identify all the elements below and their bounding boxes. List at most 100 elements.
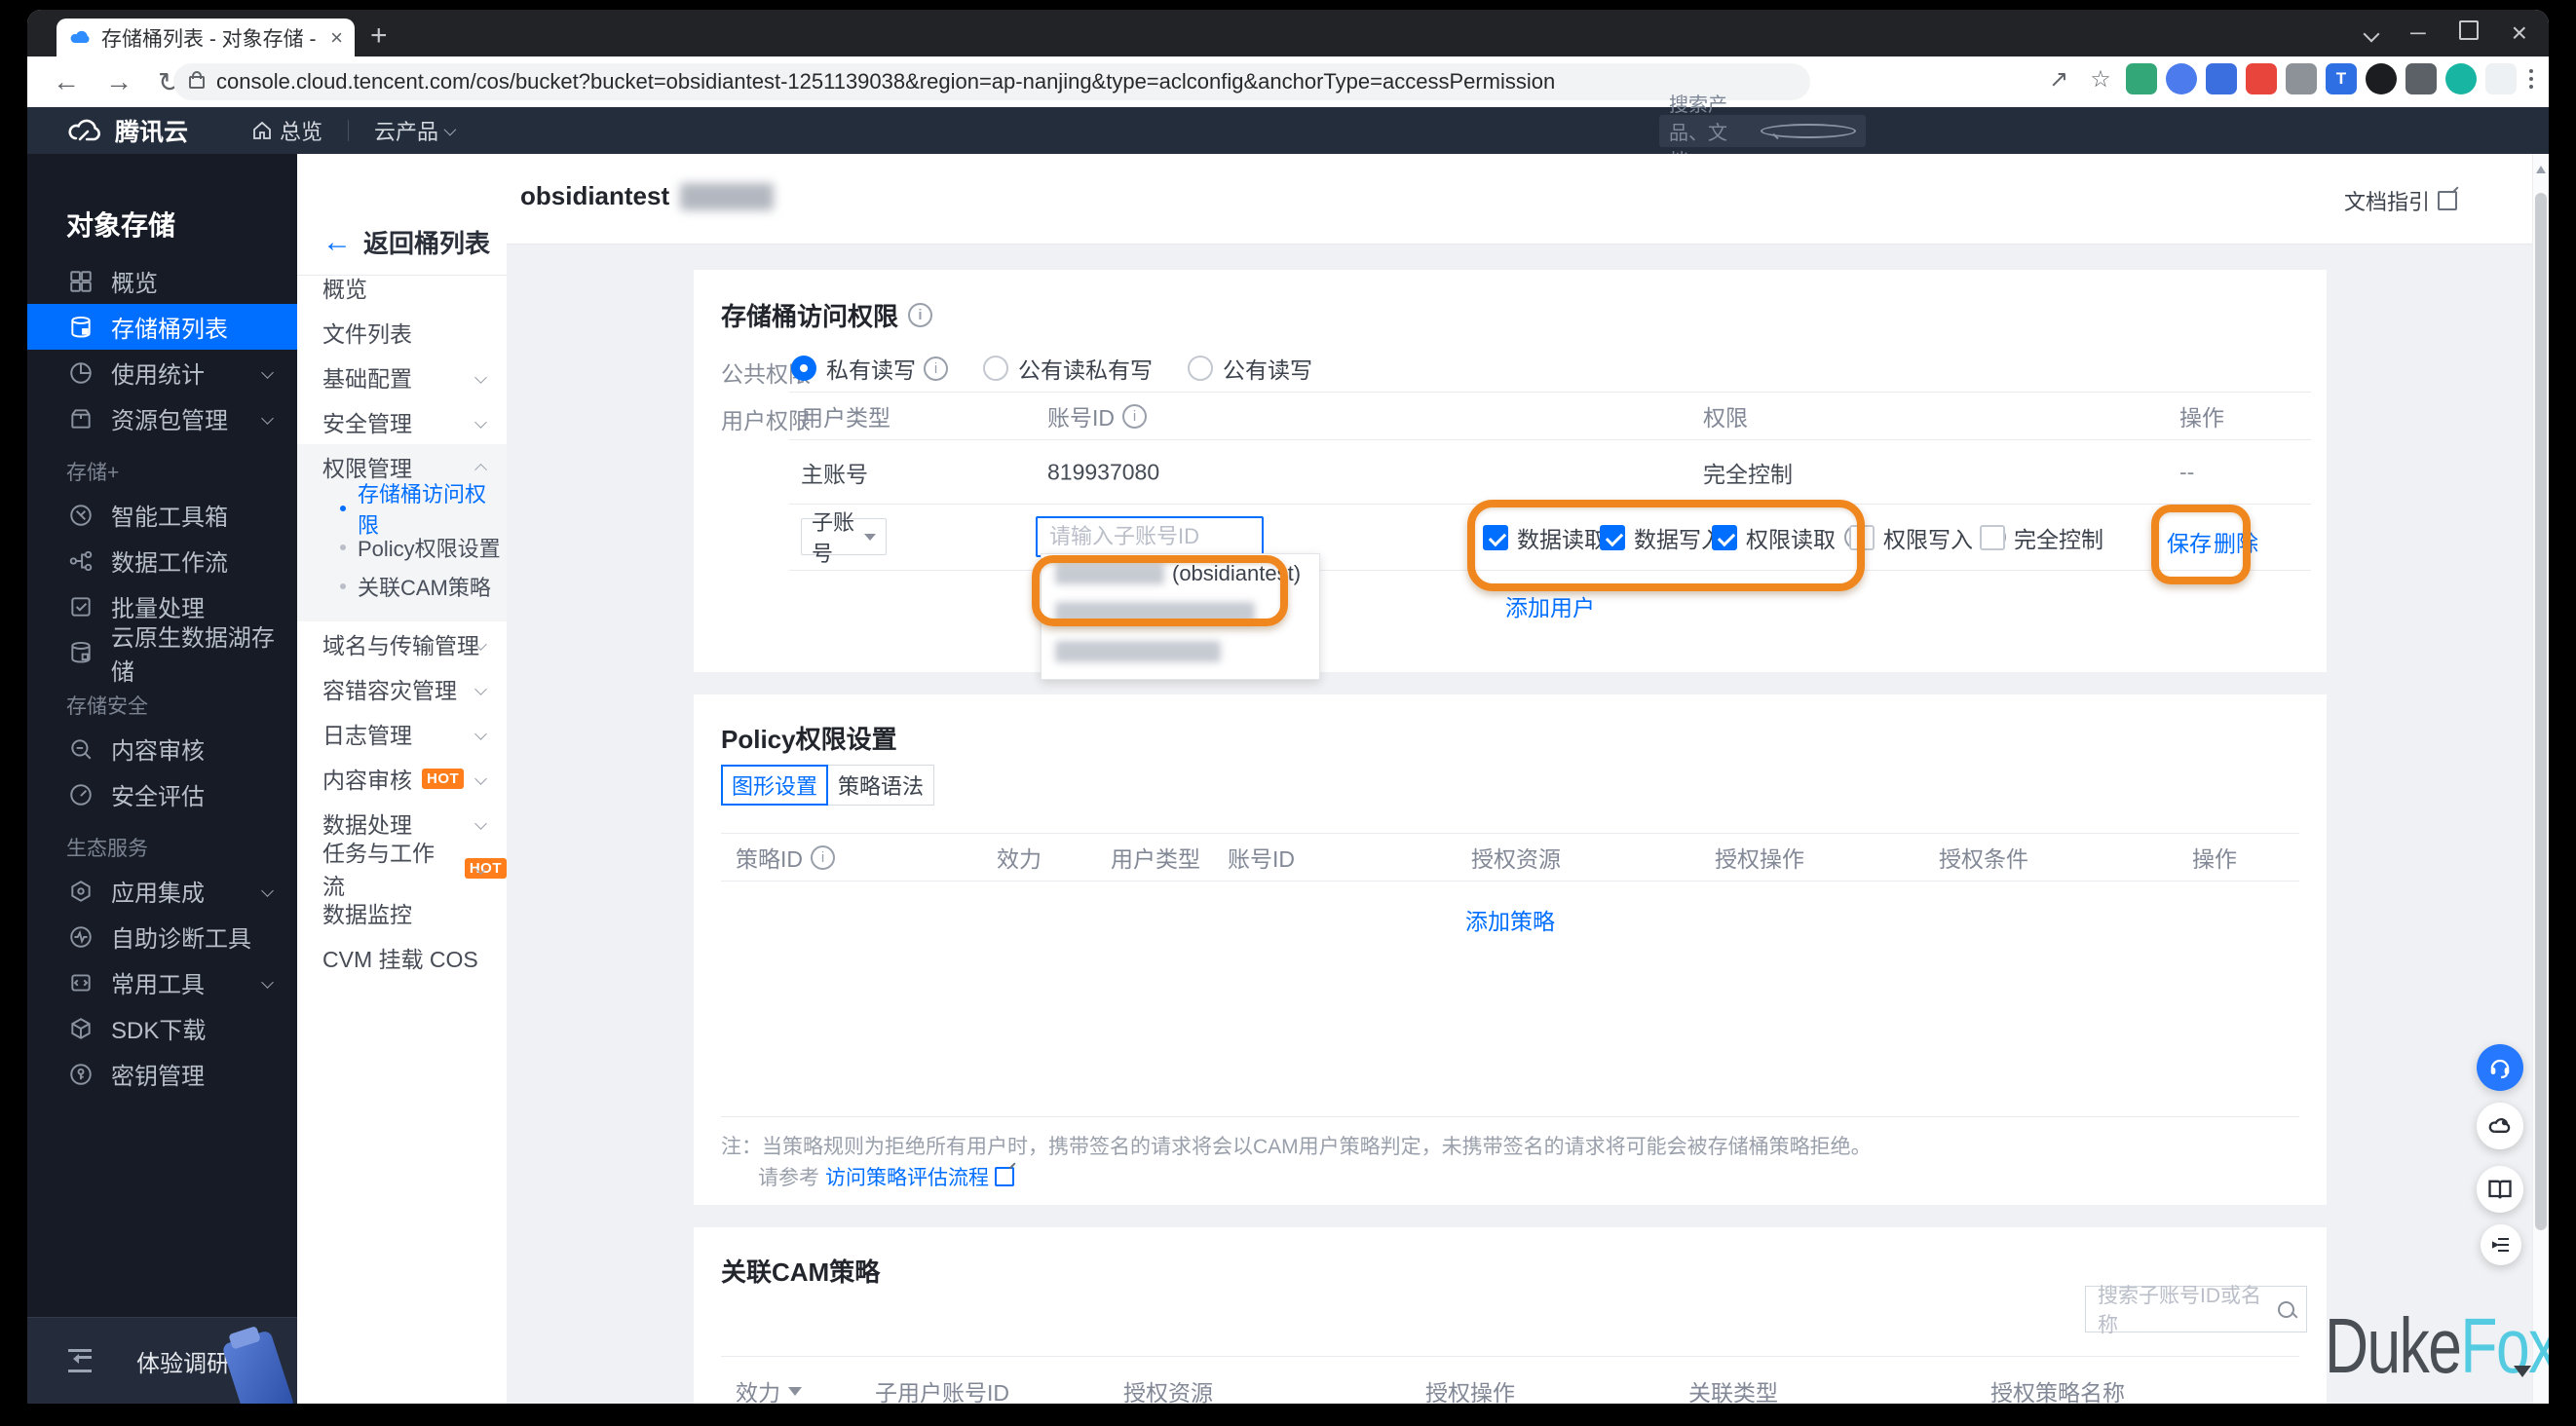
radio-public-read-private-write[interactable]: [983, 356, 1008, 381]
bucket-nav-data-monitor[interactable]: 数据监控: [297, 890, 507, 935]
nav-overview[interactable]: 总览: [250, 115, 322, 146]
lock-icon[interactable]: [189, 70, 205, 89]
policy-tabs: 图形设置 策略语法: [721, 765, 934, 806]
sidebar-item-key-management[interactable]: 密钥管理: [27, 1051, 297, 1097]
nav-cloud-products[interactable]: 云产品: [374, 115, 457, 146]
extension-icon[interactable]: [2166, 63, 2197, 94]
info-icon[interactable]: i: [1122, 403, 1147, 429]
add-policy-link[interactable]: 添加策略: [1465, 903, 1555, 936]
extension-icon[interactable]: [2206, 63, 2237, 94]
sidebar-item-self-diagnosis[interactable]: 自助诊断工具: [27, 914, 297, 959]
bucket-nav-fault-tolerance[interactable]: 容错容灾管理: [297, 666, 507, 711]
tab-policy-syntax[interactable]: 策略语法: [827, 765, 934, 806]
annotation-save-highlight: [2151, 505, 2251, 584]
sidebar-item-common-tools[interactable]: 常用工具: [27, 959, 297, 1005]
tab-search-chevron-icon[interactable]: [2363, 20, 2380, 46]
info-icon[interactable]: i: [908, 303, 933, 327]
col-effect: 效力: [736, 1374, 802, 1404]
extension-icon[interactable]: [2366, 63, 2397, 94]
forward-button[interactable]: →: [105, 66, 133, 97]
back-to-bucket-list[interactable]: ← 返回桶列表: [322, 224, 490, 260]
sidebar-item-resource-packs[interactable]: 资源包管理: [27, 395, 297, 441]
cloud-notice-button[interactable]: [2477, 1103, 2523, 1149]
sidebar-item-sdk-download[interactable]: SDK下载: [27, 1005, 297, 1051]
bucket-list-icon: [66, 313, 95, 342]
sidebar-item-bucket-list[interactable]: 存储桶列表: [27, 304, 297, 350]
sidebar-item-overview[interactable]: 概览: [27, 258, 297, 304]
doc-guide-link[interactable]: 文档指引: [2344, 185, 2457, 216]
bucket-nav-log-mgmt[interactable]: 日志管理: [297, 711, 507, 756]
sidebar-footer: 体验调研: [27, 1317, 297, 1404]
bookmark-star-icon[interactable]: ☆: [2084, 65, 2117, 94]
radio-private-rw[interactable]: [791, 356, 816, 381]
bucket-nav-cvm-mount[interactable]: CVM 挂载 COS: [297, 935, 507, 980]
page-scrollbar[interactable]: [2532, 154, 2549, 1404]
filter-icon[interactable]: [788, 1386, 802, 1396]
new-tab-button[interactable]: +: [370, 21, 388, 51]
watermark-fox: Fox: [2460, 1302, 2549, 1389]
dropdown-item[interactable]: [1042, 632, 1319, 671]
window-close-button[interactable]: ×: [2512, 18, 2527, 49]
bucket-nav-domain-transfer[interactable]: 域名与传输管理: [297, 621, 507, 666]
back-button[interactable]: ←: [53, 66, 80, 97]
bucket-nav-task-workflow[interactable]: 任务与工作流 HOT: [297, 841, 507, 899]
add-user-link[interactable]: 添加用户: [1505, 589, 1595, 622]
scrollbar-thumb[interactable]: [2535, 193, 2547, 1230]
profile-avatar[interactable]: [2445, 63, 2477, 94]
sidebar-item-data-workflow[interactable]: 数据工作流: [27, 538, 297, 583]
sidebar-item-smart-toolbox[interactable]: 智能工具箱: [27, 492, 297, 538]
sub-account-id-input[interactable]: [1036, 516, 1264, 557]
extension-icon[interactable]: [2246, 63, 2277, 94]
sidebar-item-app-integration[interactable]: 应用集成: [27, 868, 297, 914]
bucket-nav-basic-config[interactable]: 基础配置: [297, 355, 507, 399]
scroll-up-arrow[interactable]: [2536, 166, 2546, 173]
extension-icon[interactable]: [2286, 63, 2317, 94]
col-user-type: 用户类型: [801, 405, 890, 431]
console-search-input[interactable]: 搜索产品、文档...: [1659, 94, 1866, 172]
bucket-nav-content-audit[interactable]: 内容审核 HOT: [297, 756, 507, 801]
browser-urlbar: ← → ↻ console.cloud.tencent.com/cos/buck…: [27, 56, 2549, 107]
feedback-list-button[interactable]: [2481, 1224, 2521, 1265]
search-icon[interactable]: [1761, 124, 1856, 138]
tab-graphic-setting[interactable]: 图形设置: [721, 765, 828, 806]
tencent-cloud-logo[interactable]: 腾讯云: [66, 113, 188, 148]
window-maximize-button[interactable]: [2458, 20, 2479, 46]
window-minimize-button[interactable]: ─: [2410, 20, 2426, 46]
info-icon[interactable]: i: [924, 356, 948, 381]
cam-search-input[interactable]: 搜索子账号ID或名称: [2085, 1285, 2307, 1336]
customer-service-button[interactable]: [2477, 1044, 2523, 1091]
info-icon[interactable]: i: [811, 844, 835, 870]
bucket-nav-policy-permission[interactable]: Policy权限设置: [297, 528, 507, 567]
search-icon[interactable]: [2278, 1300, 2294, 1318]
col-policy-id: 策略ID i: [736, 841, 835, 874]
bucket-nav-access-permission[interactable]: 存储桶访问权限: [297, 482, 507, 538]
browser-tab[interactable]: 存储桶列表 - 对象存储 - 控制台 ×: [57, 19, 355, 56]
access-card-title: 存储桶访问权限 i: [721, 297, 933, 333]
checkbox-icon[interactable]: [1980, 524, 2005, 550]
sub-account-select[interactable]: 子账号: [801, 510, 887, 566]
cam-search-placeholder: 搜索子账号ID或名称: [2098, 1285, 2261, 1336]
policy-evaluation-link[interactable]: 访问策略评估流程: [825, 1162, 989, 1191]
sidebar-item-usage-stats[interactable]: 使用统计: [27, 350, 297, 395]
collapse-sidebar-icon[interactable]: [68, 1349, 92, 1372]
extension-icon[interactable]: [2406, 63, 2437, 94]
bucket-nav-security-mgmt[interactable]: 安全管理: [297, 399, 507, 444]
side-panel-icon[interactable]: [2485, 63, 2517, 94]
sidebar-item-security-assessment[interactable]: 安全评估: [27, 771, 297, 817]
tab-close-icon[interactable]: ×: [330, 25, 343, 51]
extension-tampermonkey-icon[interactable]: T: [2326, 63, 2357, 94]
bucket-nav-file-list[interactable]: 文件列表: [297, 310, 507, 355]
radio-label: 公有读写: [1223, 357, 1312, 383]
bucket-nav-cam-policy[interactable]: 关联CAM策略: [297, 567, 507, 606]
browser-menu-icon[interactable]: [2529, 69, 2533, 89]
radio-public-rw[interactable]: [1188, 356, 1213, 381]
sidebar-item-data-lake-storage[interactable]: 云原生数据湖存储: [27, 625, 297, 686]
sidebar-item-content-audit[interactable]: 内容审核: [27, 726, 297, 771]
address-bar[interactable]: console.cloud.tencent.com/cos/bucket?buc…: [173, 63, 1810, 100]
extension-icon[interactable]: [2126, 63, 2157, 94]
bucket-nav-overview[interactable]: 概览: [297, 265, 507, 310]
documentation-button[interactable]: [2477, 1166, 2523, 1213]
share-icon[interactable]: ↗: [2042, 65, 2075, 94]
checkbox-full-control[interactable]: 完全控制: [1980, 521, 2103, 554]
url-text: console.cloud.tencent.com/cos/bucket?buc…: [216, 69, 1556, 94]
